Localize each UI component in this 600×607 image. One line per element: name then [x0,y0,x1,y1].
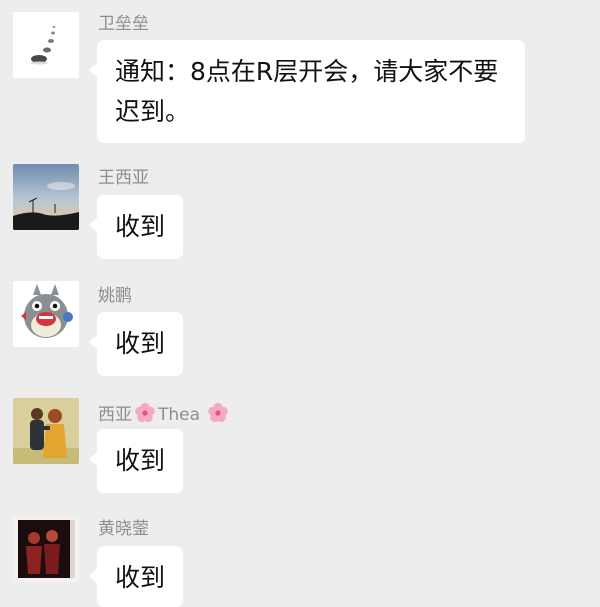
sender-name-part: 西亚 [98,405,132,425]
message-bubble[interactable]: 收到 [88,546,184,607]
message-text: 收到 [115,446,166,475]
totoro-avatar-icon [13,281,79,347]
avatar[interactable] [13,164,79,230]
avatar[interactable] [13,281,79,347]
avatar[interactable] [13,516,79,582]
sender-name: 西亚 Thea [98,402,231,425]
two-figures-photo-avatar-icon [13,516,79,582]
message-bubble[interactable]: 通知：8点在R层开会，请大家不要迟到。 [89,40,525,143]
message-text: 收到 [115,563,166,592]
sender-name: 卫垒垒 [98,14,149,34]
sky-landscape-avatar-icon [13,164,79,230]
pebbles-avatar-icon [13,12,79,78]
avatar[interactable] [13,398,79,464]
message-text: 收到 [115,212,166,241]
sender-name: 姚鹏 [98,286,132,306]
avatar[interactable] [13,12,79,78]
sender-name-part: Thea [158,405,201,425]
message-bubble[interactable]: 收到 [88,195,184,259]
message-bubble[interactable]: 收到 [88,429,184,493]
message-text: 收到 [115,329,166,358]
sender-name: 黄晓蓥 [98,519,149,539]
couple-illustration-avatar-icon [13,398,79,464]
flower-emoji-icon [135,402,155,423]
message-text: 通知：8点在R层开会，请大家不要迟到。 [115,57,499,126]
flower-emoji-icon [208,402,229,423]
sender-name: 王西亚 [98,168,149,188]
message-bubble[interactable]: 收到 [88,312,184,376]
